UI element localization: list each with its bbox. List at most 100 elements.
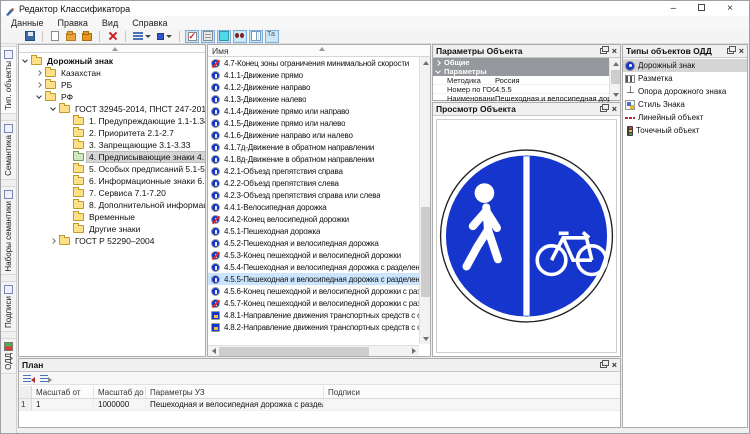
open-folder-button[interactable] [64, 30, 78, 43]
sign-list-item[interactable]: 4.4.2-Конец велосипедной дорожки [208, 213, 420, 225]
sign-list-item[interactable]: 4.1.4-Движение прямо или направо [208, 105, 420, 117]
new-document-button[interactable] [48, 30, 62, 43]
odd-type-item[interactable]: Дорожный знак [623, 59, 747, 72]
plan-table-row[interactable]: 111000000Пешеходная и велосипедная дорож… [19, 399, 620, 411]
plan-column-header[interactable]: Подписи [324, 386, 620, 398]
sign-list-item[interactable]: 4.2.2-Объезд препятствия слева [208, 177, 420, 189]
tree-item[interactable]: ГОСТ Р 52290–2004 [19, 235, 205, 247]
add-plan-row-button[interactable] [23, 374, 34, 383]
name-column-header[interactable]: Имя [208, 45, 430, 57]
sign-list-item[interactable]: 4.1.8д-Движение в обратном направлении [208, 153, 420, 165]
sign-list-item[interactable]: 4.8.1-Направление движения транспортных … [208, 309, 420, 321]
odd-type-item[interactable]: Линейный объект [623, 111, 747, 124]
restore-icon[interactable] [698, 3, 705, 15]
sign-list-item[interactable]: 4.2.1-Объезд препятствия справа [208, 165, 420, 177]
tree-item[interactable]: 8. Дополнительной информации 8.1.1-8.24 [19, 199, 205, 211]
plan-cell-labels[interactable] [324, 399, 620, 410]
chevron-down-icon[interactable] [36, 93, 42, 99]
minimize-icon[interactable]: – [671, 3, 677, 15]
float-panel-icon[interactable] [600, 106, 607, 112]
scroll-up-icon[interactable] [420, 57, 431, 68]
float-panel-icon[interactable] [600, 362, 607, 368]
chevron-right-icon[interactable] [36, 70, 42, 76]
float-panel-icon[interactable] [600, 48, 607, 54]
param-value[interactable]: Россия [495, 76, 610, 85]
tree-item[interactable]: Казахстан [19, 67, 205, 79]
tree-item[interactable]: ГОСТ 32945-2014, ПНСТ 247-2017 [19, 103, 205, 115]
menu-item[interactable]: Вид [96, 17, 124, 29]
side-tab-labels[interactable]: Подписи [1, 281, 16, 332]
sign-list-item[interactable]: 4.1.5-Движение прямо или налево [208, 117, 420, 129]
chevron-down-icon[interactable] [22, 57, 28, 63]
close-panel-icon[interactable]: × [612, 361, 617, 369]
sign-list-item[interactable]: 4.5.6-Конец пешеходной и велосипедной до… [208, 285, 420, 297]
sign-list-item[interactable]: 4.4.1-Велосипедная дорожка [208, 201, 420, 213]
odd-type-item[interactable]: Опора дорожного знака [623, 85, 747, 98]
scroll-left-icon[interactable] [208, 346, 219, 357]
odd-type-item[interactable]: Точечный объект [623, 124, 747, 137]
sign-list-item[interactable]: 4.5.4-Пешеходная и велосипедная дорожка … [208, 261, 420, 273]
tree-item[interactable]: 5. Особых предписаний 5.1-5.34 [19, 163, 205, 175]
sign-list-item[interactable]: 4.2.3-Объезд препятствия справа или слев… [208, 189, 420, 201]
sign-list-item[interactable]: 4.1.2-Движение направо [208, 81, 420, 93]
sign-list-item[interactable]: 4.8.2-Направление движения транспортных … [208, 321, 420, 333]
tree-item[interactable]: 4. Предписывающие знаки 4.1.1-4.8.3 [19, 151, 205, 163]
text-settings-button[interactable] [265, 30, 279, 43]
close-panel-icon[interactable]: × [612, 47, 617, 55]
param-value[interactable]: 4.5.5 [495, 85, 610, 94]
tree-item[interactable]: Дорожный знак [19, 55, 205, 67]
plan-cell-params[interactable]: Пешеходная и велосипедная дорожка с разд… [146, 399, 324, 410]
list-horizontal-scrollbar[interactable] [208, 345, 419, 356]
plan-column-header[interactable]: Масштаб до [94, 386, 146, 398]
tree-item[interactable]: РБ [19, 79, 205, 91]
menu-item[interactable]: Справка [126, 17, 173, 29]
sign-list-item[interactable]: 4.5.3-Конец пешеходной и велосипедной до… [208, 249, 420, 261]
close-panel-icon[interactable]: × [739, 47, 744, 55]
scroll-thumb[interactable] [611, 70, 620, 84]
list-vertical-scrollbar[interactable] [419, 57, 430, 344]
menu-item[interactable]: Правка [52, 17, 94, 29]
float-panel-icon[interactable] [727, 48, 734, 54]
tree-item[interactable]: 7. Сервиса 7.1-7.20 [19, 187, 205, 199]
chevron-down-icon[interactable] [50, 105, 56, 111]
side-tab-semantic-sets[interactable]: Наборы семантики [1, 186, 16, 276]
tree-item[interactable]: РФ [19, 91, 205, 103]
side-tab-odd[interactable]: ОДД [1, 338, 16, 374]
scroll-thumb[interactable] [421, 207, 430, 297]
scroll-up-icon[interactable] [610, 58, 621, 69]
sign-list-item[interactable]: 4.5.7-Конец пешеходной и велосипедной до… [208, 297, 420, 309]
odd-type-item[interactable]: Разметка [623, 72, 747, 85]
plan-column-header[interactable]: Параметры УЗ [146, 386, 324, 398]
form-view-button[interactable] [201, 30, 215, 43]
menu-item[interactable]: Данные [5, 17, 50, 29]
sign-list-item[interactable]: 4.5.1-Пешеходная дорожка [208, 225, 420, 237]
param-group[interactable]: Общие [433, 58, 610, 67]
scroll-down-icon[interactable] [420, 333, 431, 344]
plan-cell-scale-to[interactable]: 1000000 [94, 399, 146, 410]
sign-list-item[interactable]: 4.1.6-Движение направо или налево [208, 129, 420, 141]
scroll-down-icon[interactable] [610, 89, 621, 100]
sign-list-item[interactable]: 4.1.7д-Движение в обратном направлении [208, 141, 420, 153]
side-tab-semantics[interactable]: Семантика [1, 120, 16, 180]
tree-item[interactable]: 1. Предупреждающие 1.1-1.34.3 [19, 115, 205, 127]
tree-item[interactable]: Другие знаки [19, 223, 205, 235]
delete-button[interactable] [105, 30, 120, 43]
sign-list-item[interactable]: 4.1.3-Движение налево [208, 93, 420, 105]
params-vertical-scrollbar[interactable] [609, 58, 620, 100]
split-view-button[interactable] [249, 30, 263, 43]
plan-column-header[interactable]: Масштаб от [32, 386, 94, 398]
color-square-button[interactable] [155, 30, 174, 43]
sign-list-item[interactable]: 4.5.2-Пешеходная и велосипедная дорожка [208, 237, 420, 249]
folder-button[interactable] [80, 30, 94, 43]
tree-item[interactable]: 6. Информационные знаки 6.1-6.21.2 [19, 175, 205, 187]
sign-list-item[interactable]: 4.7-Конец зоны ограничения минимальной с… [208, 57, 420, 69]
close-icon[interactable]: × [727, 3, 733, 15]
chevron-right-icon[interactable] [50, 238, 56, 244]
list-view-button[interactable] [131, 30, 153, 43]
tree-item[interactable]: 3. Запрещающие 3.1-3.33 [19, 139, 205, 151]
checkbox-button[interactable] [185, 30, 199, 43]
search-button[interactable] [233, 30, 247, 43]
tree-item[interactable]: Временные [19, 211, 205, 223]
tree-item[interactable]: 2. Приоритета 2.1-2.7 [19, 127, 205, 139]
scroll-right-icon[interactable] [408, 346, 419, 357]
